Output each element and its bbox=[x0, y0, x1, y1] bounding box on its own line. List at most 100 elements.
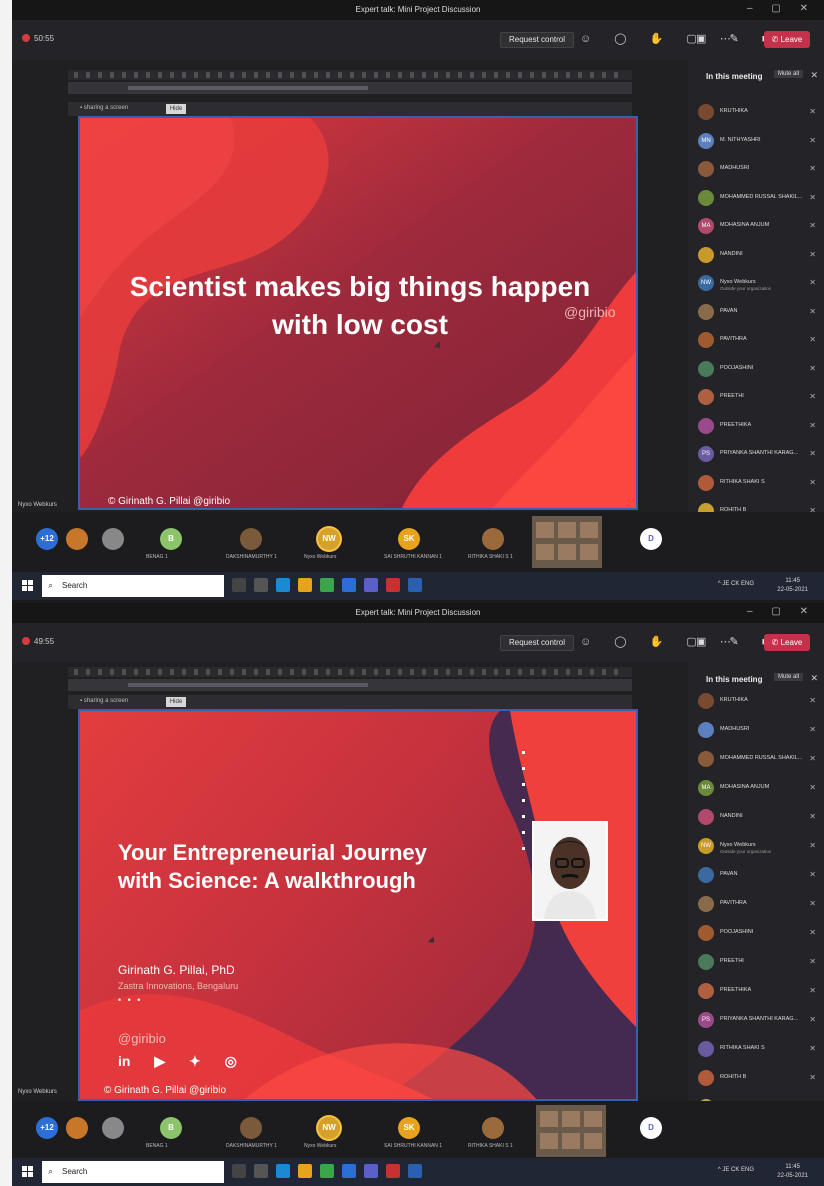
participant-item[interactable]: PAVAN ✕ bbox=[688, 863, 824, 892]
participant-item[interactable]: PAVAN ✕ bbox=[688, 300, 824, 329]
participant-item[interactable]: NW Nyxo Webkurs Outside your organization ✕ bbox=[688, 271, 824, 300]
mic-off-icon[interactable]: ✕ bbox=[809, 841, 816, 850]
mic-off-icon[interactable]: ✕ bbox=[809, 278, 816, 287]
close-icon[interactable]: ✕ bbox=[810, 673, 818, 684]
participant-tile[interactable] bbox=[66, 528, 88, 550]
windows-start-icon[interactable] bbox=[22, 1166, 33, 1177]
shared-screen: ▪ sharing a screen Hide Scientist makes … bbox=[12, 60, 688, 512]
participant-item[interactable]: MA MOHASINA ANJUM ✕ bbox=[688, 214, 824, 243]
panel-title: In this meeting bbox=[706, 72, 763, 81]
taskbar-search[interactable]: ⌕ Search bbox=[42, 575, 224, 597]
participant-item[interactable]: MA MOHASINA ANJUM ✕ bbox=[688, 776, 824, 805]
mic-off-icon[interactable]: ✕ bbox=[809, 449, 816, 458]
participant-tile[interactable] bbox=[482, 528, 504, 550]
mute-all-button[interactable]: Mute all bbox=[774, 70, 804, 78]
mic-off-icon[interactable]: ✕ bbox=[809, 696, 816, 705]
participant-tile[interactable]: SK bbox=[398, 1117, 420, 1139]
mic-off-icon[interactable]: ✕ bbox=[809, 725, 816, 734]
participant-tile-label: Nyxo Webkurs bbox=[304, 554, 337, 560]
leave-button[interactable]: ✆ Leave bbox=[764, 634, 810, 651]
participant-tile[interactable] bbox=[66, 1117, 88, 1139]
request-control-button[interactable]: Request control bbox=[500, 635, 575, 651]
mic-off-icon[interactable]: ✕ bbox=[809, 1044, 816, 1053]
participant-item[interactable]: PAVITHRA ✕ bbox=[688, 328, 824, 357]
participant-item[interactable]: PS PRIYANKA SHANTHI KARAG... ✕ bbox=[688, 1008, 824, 1037]
mic-off-icon[interactable]: ✕ bbox=[809, 928, 816, 937]
mic-off-icon[interactable]: ✕ bbox=[809, 221, 816, 230]
participant-item[interactable]: PAVITHRA ✕ bbox=[688, 892, 824, 921]
participant-item[interactable]: KRUTHIKA ✕ bbox=[688, 689, 824, 718]
mute-all-button[interactable]: Mute all bbox=[774, 673, 804, 681]
participant-tile[interactable] bbox=[102, 1117, 124, 1139]
participant-item[interactable]: PREETHI ✕ bbox=[688, 385, 824, 414]
taskbar-apps[interactable] bbox=[232, 578, 430, 597]
mic-off-icon[interactable]: ✕ bbox=[809, 812, 816, 821]
participant-item[interactable]: RITHIKA SHAKI S ✕ bbox=[688, 1037, 824, 1066]
mic-off-icon[interactable]: ✕ bbox=[809, 164, 816, 173]
mic-off-icon[interactable]: ✕ bbox=[809, 421, 816, 430]
window-controls[interactable]: – ▢ ✕ bbox=[747, 3, 816, 14]
windows-start-icon[interactable] bbox=[22, 580, 33, 591]
participant-item[interactable]: RITHIKA SHAKI S ✕ bbox=[688, 471, 824, 500]
participant-tile[interactable]: D bbox=[640, 1117, 662, 1139]
system-tray[interactable]: ^ JE CK ENG bbox=[718, 581, 754, 587]
participant-item[interactable]: POOJASHINI ✕ bbox=[688, 921, 824, 950]
participant-tile[interactable]: +12 bbox=[36, 1117, 58, 1139]
mic-off-icon[interactable]: ✕ bbox=[809, 392, 816, 401]
participant-item[interactable]: MOHAMMED RUSSAL SHAKIL... ✕ bbox=[688, 186, 824, 215]
participant-item[interactable]: KRUTHIKA ✕ bbox=[688, 100, 824, 129]
participant-tile[interactable] bbox=[482, 1117, 504, 1139]
mic-off-icon[interactable]: ✕ bbox=[809, 1073, 816, 1082]
slide-copyright: © Girinath G. Pillai @giribio bbox=[108, 496, 231, 507]
mic-off-icon[interactable]: ✕ bbox=[809, 193, 816, 202]
participant-tile[interactable]: NW bbox=[318, 1117, 340, 1139]
system-tray[interactable]: ^ JE CK ENG bbox=[718, 1167, 754, 1173]
participant-item[interactable]: NANDINI ✕ bbox=[688, 805, 824, 834]
slide-organization: Zastra Innovations, Bengaluru bbox=[118, 981, 239, 991]
mic-off-icon[interactable]: ✕ bbox=[809, 783, 816, 792]
window-controls[interactable]: – ▢ ✕ bbox=[747, 606, 816, 617]
participant-item[interactable]: MADHUSRI ✕ bbox=[688, 157, 824, 186]
participant-tile[interactable] bbox=[240, 1117, 262, 1139]
mic-off-icon[interactable]: ✕ bbox=[809, 250, 816, 259]
mic-off-icon[interactable]: ✕ bbox=[809, 364, 816, 373]
participant-tile[interactable]: D bbox=[640, 528, 662, 550]
participant-tile[interactable] bbox=[102, 528, 124, 550]
participant-item[interactable]: PREETHI ✕ bbox=[688, 950, 824, 979]
participant-tile[interactable]: B bbox=[160, 528, 182, 550]
request-control-button[interactable]: Request control bbox=[500, 32, 575, 48]
taskbar-search[interactable]: ⌕ Search bbox=[42, 1161, 224, 1183]
participant-item[interactable]: PS PRIYANKA SHANTHI KARAG... ✕ bbox=[688, 442, 824, 471]
stop-sharing-button[interactable]: Hide bbox=[166, 104, 186, 114]
avatar bbox=[698, 751, 714, 767]
participant-item[interactable]: ROHITH B ✕ bbox=[688, 1066, 824, 1095]
participant-item[interactable]: MN M. NITHYASHRI ✕ bbox=[688, 129, 824, 158]
participant-tile[interactable]: B bbox=[160, 1117, 182, 1139]
leave-button[interactable]: ✆ Leave bbox=[764, 31, 810, 48]
mic-off-icon[interactable]: ✕ bbox=[809, 754, 816, 763]
participant-item[interactable]: MADHUSRI ✕ bbox=[688, 718, 824, 747]
participant-tile[interactable] bbox=[240, 528, 262, 550]
participant-item[interactable]: PREETHIKA ✕ bbox=[688, 979, 824, 1008]
participant-tile[interactable]: +12 bbox=[36, 528, 58, 550]
participant-tile[interactable]: NW bbox=[318, 528, 340, 550]
mic-off-icon[interactable]: ✕ bbox=[809, 136, 816, 145]
participant-item[interactable]: NANDINI ✕ bbox=[688, 243, 824, 272]
participant-item[interactable]: MOHAMMED RUSSAL SHAKIL... ✕ bbox=[688, 747, 824, 776]
mic-off-icon[interactable]: ✕ bbox=[809, 335, 816, 344]
participant-tile[interactable]: SK bbox=[398, 528, 420, 550]
stop-sharing-button[interactable]: Hide bbox=[166, 697, 186, 707]
mic-off-icon[interactable]: ✕ bbox=[809, 307, 816, 316]
mic-off-icon[interactable]: ✕ bbox=[809, 478, 816, 487]
participant-item[interactable]: POOJASHINI ✕ bbox=[688, 357, 824, 386]
mic-off-icon[interactable]: ✕ bbox=[809, 957, 816, 966]
participant-item[interactable]: NW Nyxo Webkurs Outside your organization ✕ bbox=[688, 834, 824, 863]
participant-item[interactable]: PREETHIKA ✕ bbox=[688, 414, 824, 443]
mic-off-icon[interactable]: ✕ bbox=[809, 870, 816, 879]
mic-off-icon[interactable]: ✕ bbox=[809, 986, 816, 995]
close-icon[interactable]: ✕ bbox=[810, 70, 818, 81]
mic-off-icon[interactable]: ✕ bbox=[809, 899, 816, 908]
mic-off-icon[interactable]: ✕ bbox=[809, 107, 816, 116]
mic-off-icon[interactable]: ✕ bbox=[809, 1015, 816, 1024]
taskbar-apps[interactable] bbox=[232, 1164, 430, 1183]
